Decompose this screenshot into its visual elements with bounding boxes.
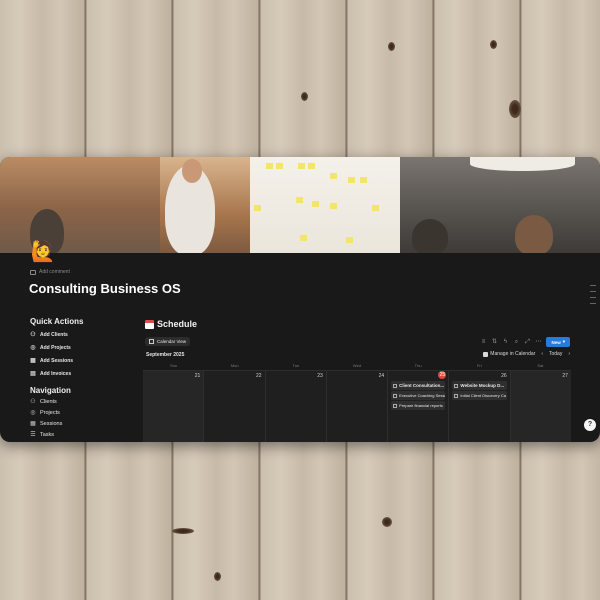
add-clients-label: Add Clients — [40, 332, 68, 338]
add-comment-button[interactable]: Add comment — [30, 269, 70, 275]
help-button[interactable]: ? — [584, 419, 596, 431]
day-number: 24 — [378, 373, 385, 379]
calendar-day-cell[interactable]: 21 — [143, 371, 205, 442]
people-icon: ⚇ — [30, 398, 36, 405]
calendar-event[interactable]: Website Mockup D... — [452, 381, 507, 390]
weekday-label: Sun — [170, 363, 178, 368]
weekday-header: Sun Mon Tue Wed Thu Fri Sat — [143, 362, 571, 370]
calendar-day-cell[interactable]: 27 — [510, 371, 571, 442]
add-sessions-button[interactable]: ▦ Add Sessions — [30, 356, 73, 366]
calendar-app-icon — [483, 351, 489, 357]
nav-item-label: Sessions — [40, 420, 63, 427]
nav-item-label: Tasks — [40, 431, 55, 438]
quick-actions-heading: Quick Actions — [30, 317, 84, 326]
invoice-icon: ▤ — [30, 371, 36, 377]
add-projects-label: Add Projects — [40, 345, 71, 351]
page-icon — [393, 383, 398, 388]
sort-icon[interactable]: ⇅ — [491, 339, 497, 345]
weekday-label: Mon — [230, 363, 239, 368]
manage-in-calendar-button[interactable]: Manage in Calendar — [483, 351, 535, 357]
calendar-icon: ▦ — [30, 358, 36, 364]
page-icon[interactable]: 🙋 — [30, 239, 56, 265]
expand-icon[interactable]: ⤢ — [524, 339, 530, 345]
chevron-down-icon: ▾ — [562, 339, 565, 344]
month-label: September 2025 — [146, 352, 185, 358]
new-button[interactable]: New ▾ — [546, 337, 570, 347]
add-clients-button[interactable]: ⚇ Add Clients — [30, 330, 68, 340]
day-number: 22 — [256, 373, 262, 379]
manage-label: Manage in Calendar — [490, 351, 536, 357]
page-title[interactable]: Consulting Business OS — [29, 281, 181, 296]
target-icon: ◎ — [30, 409, 36, 416]
weekday-label: Thu — [414, 363, 422, 368]
add-invoices-label: Add Invoices — [40, 371, 72, 377]
add-comment-label: Add comment — [39, 269, 70, 275]
page-icon — [393, 403, 398, 408]
event-title: Client Consultation... — [399, 383, 445, 388]
nav-item-tasks[interactable]: ☰ Tasks — [30, 430, 54, 439]
day-number: 21 — [194, 373, 201, 379]
day-number: 26 — [501, 373, 507, 379]
calendar-day-cell-today[interactable]: 25 Client Consultation... Executive Coac… — [388, 371, 450, 442]
page-icon — [393, 393, 398, 398]
database-toolbar: ≡ ⇅ ϟ ⌕ ⤢ ⋯ New ▾ — [480, 337, 570, 347]
weekday-label: Sat — [537, 363, 544, 368]
day-number: 23 — [317, 373, 323, 379]
calendar-grid: 21 22 23 24 25 Client Consultation... Ex… — [143, 370, 571, 442]
today-button[interactable]: Today — [549, 351, 562, 357]
schedule-heading: Schedule — [145, 319, 197, 329]
tab-label: Calendar View — [157, 339, 187, 344]
calendar-icon: ▦ — [30, 420, 36, 427]
nav-item-projects[interactable]: ◎ Projects — [30, 408, 60, 417]
nav-item-label: Projects — [40, 409, 60, 416]
people-icon: ⚇ — [30, 332, 36, 338]
nav-item-sessions[interactable]: ▦ Sessions — [30, 419, 62, 428]
calendar-controls: Manage in Calendar ‹ Today › — [483, 351, 570, 357]
page-icon — [454, 383, 459, 388]
next-week-button[interactable]: › — [568, 351, 570, 357]
event-title: Prepare financial reports — [399, 403, 443, 408]
more-icon[interactable]: ⋯ — [535, 339, 541, 345]
weekday-label: Wed — [352, 363, 362, 368]
weekday-label: Fri — [476, 363, 482, 368]
table-of-contents-rail[interactable] — [590, 285, 596, 309]
search-icon[interactable]: ⌕ — [513, 339, 519, 345]
calendar-event[interactable]: Executive Coaching Sessi — [391, 391, 446, 400]
page-icon — [454, 393, 459, 398]
day-number: 27 — [562, 373, 568, 379]
schedule-title: Schedule — [157, 319, 198, 329]
event-title: Website Mockup D... — [460, 383, 505, 388]
nav-item-label: Clients — [40, 398, 57, 405]
add-sessions-label: Add Sessions — [40, 358, 74, 364]
automation-icon[interactable]: ϟ — [502, 339, 508, 345]
checklist-icon: ☰ — [30, 431, 36, 438]
previous-week-button[interactable]: ‹ — [541, 351, 543, 357]
add-projects-button[interactable]: ◎ Add Projects — [30, 343, 71, 353]
calendar-day-cell[interactable]: 23 — [265, 371, 327, 442]
tab-calendar-view[interactable]: Calendar View — [145, 337, 191, 346]
calendar-icon — [145, 319, 154, 329]
weekday-label: Tue — [292, 363, 300, 368]
day-number-today: 25 — [438, 371, 447, 379]
add-invoices-button[interactable]: ▤ Add Invoices — [30, 369, 71, 379]
calendar-day-cell[interactable]: 26 Website Mockup D... Initial Client Di… — [449, 371, 511, 442]
event-title: Initial Client Discovery Ca — [460, 393, 506, 398]
new-button-label: New — [551, 339, 561, 345]
event-title: Executive Coaching Sessi — [399, 393, 446, 398]
calendar-event[interactable]: Prepare financial reports — [391, 401, 446, 410]
calendar-event[interactable]: Initial Client Discovery Ca — [452, 391, 507, 400]
calendar-day-cell[interactable]: 24 — [326, 371, 389, 442]
target-icon: ◎ — [30, 345, 36, 351]
calendar-icon — [149, 339, 154, 344]
calendar-day-cell[interactable]: 22 — [204, 371, 266, 442]
nav-item-clients[interactable]: ⚇ Clients — [30, 397, 57, 406]
filter-icon[interactable]: ≡ — [480, 339, 486, 345]
cover-image — [0, 157, 600, 253]
notion-window: 🙋 Add comment Consulting Business OS Qui… — [0, 157, 600, 442]
calendar-event[interactable]: Client Consultation... — [391, 381, 446, 390]
navigation-heading: Navigation — [30, 386, 71, 395]
comment-icon — [30, 269, 36, 275]
